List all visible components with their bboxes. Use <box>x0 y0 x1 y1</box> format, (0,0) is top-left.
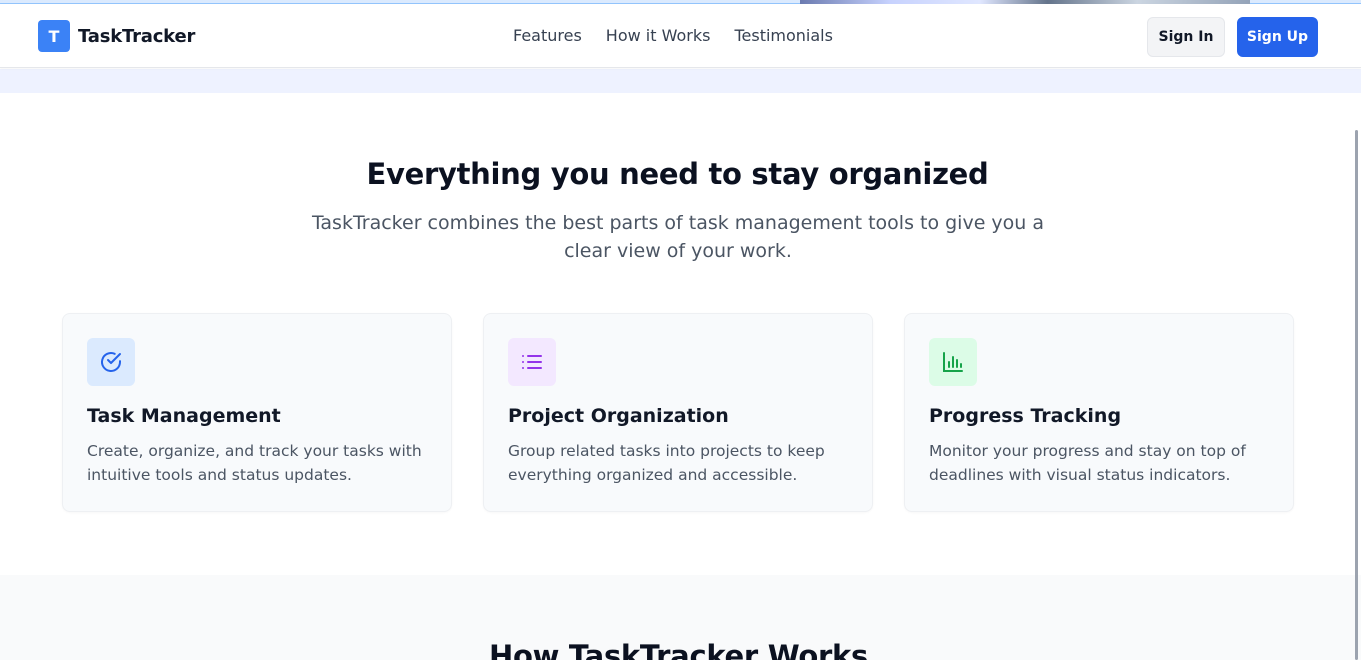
features-section: Everything you need to stay organized Ta… <box>0 93 1361 575</box>
landing-page: T TaskTracker Features How it Works Test… <box>0 0 1361 660</box>
feature-card-title: Task Management <box>87 405 281 427</box>
feature-card-task-management: Task Management Create, organize, and tr… <box>62 313 452 512</box>
hero-section-bottom <box>0 69 1361 93</box>
features-subtitle: TaskTracker combines the best parts of t… <box>311 212 1045 262</box>
feature-card-description: Create, organize, and track your tasks w… <box>87 442 422 484</box>
logo[interactable]: T TaskTracker <box>38 20 195 52</box>
nav-link-features[interactable]: Features <box>513 26 582 45</box>
how-it-works-section: How TaskTracker Works <box>0 575 1361 660</box>
brand-name: TaskTracker <box>78 25 196 47</box>
page-scrollbar[interactable] <box>1355 130 1358 660</box>
nav-link-how-it-works[interactable]: How it Works <box>606 26 711 45</box>
feature-card-progress-tracking: Progress Tracking Monitor your progress … <box>904 313 1294 512</box>
sign-in-button[interactable]: Sign In <box>1147 17 1225 57</box>
sign-up-button[interactable]: Sign Up <box>1237 17 1318 57</box>
feature-card-description: Monitor your progress and stay on top of… <box>929 442 1246 484</box>
feature-card-project-organization: Project Organization Group related tasks… <box>483 313 873 512</box>
navbar: T TaskTracker Features How it Works Test… <box>0 4 1361 68</box>
feature-card-title: Project Organization <box>508 405 729 427</box>
feature-card-title: Progress Tracking <box>929 405 1122 427</box>
bar-chart-icon <box>929 338 977 386</box>
list-icon <box>508 338 556 386</box>
logo-badge: T <box>38 20 70 52</box>
nav-links: Features How it Works Testimonials <box>513 26 857 45</box>
features-title: Everything you need to stay organized <box>366 157 989 191</box>
how-it-works-title: How TaskTracker Works <box>489 639 868 660</box>
feature-card-description: Group related tasks into projects to kee… <box>508 442 825 484</box>
nav-link-testimonials[interactable]: Testimonials <box>734 26 833 45</box>
check-circle-icon <box>87 338 135 386</box>
